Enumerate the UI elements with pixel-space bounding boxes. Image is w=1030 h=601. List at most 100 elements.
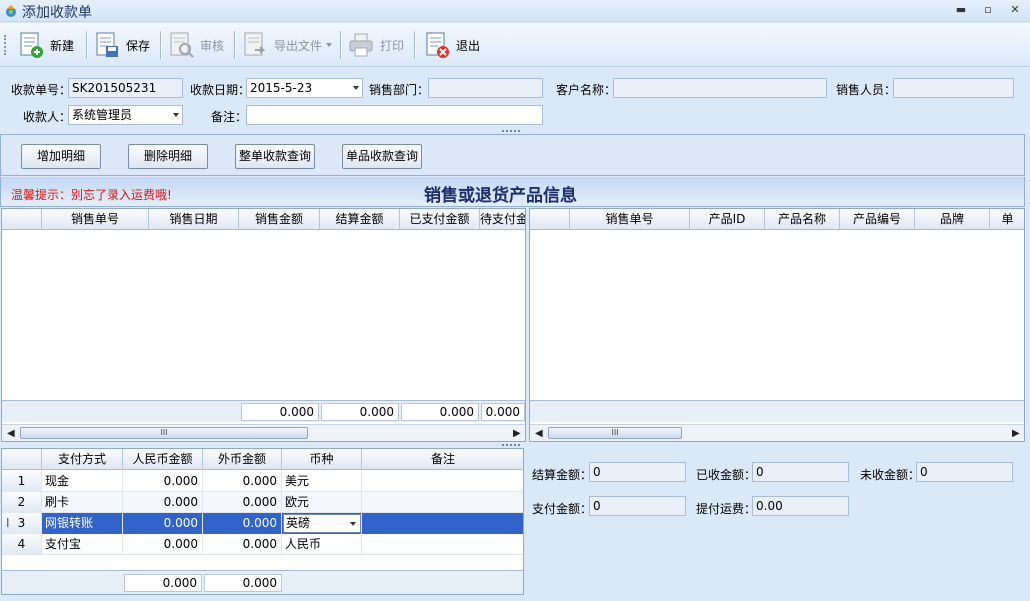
currency-cell[interactable]: 英磅 — [282, 513, 362, 534]
row-number: 1 — [2, 471, 42, 492]
currency-select-value: 英磅 — [286, 516, 311, 530]
chevron-down-icon[interactable] — [173, 113, 179, 117]
payee-select[interactable]: 系统管理员 — [68, 105, 183, 125]
receipt-date-field[interactable]: 2015-5-23 — [246, 78, 363, 98]
column-header[interactable] — [530, 209, 570, 230]
column-header[interactable]: 销售单号 — [42, 209, 149, 230]
add-detail-button[interactable]: 增加明细 — [21, 144, 101, 169]
table-row[interactable]: 4 支付宝 0.000 0.000 人民币 — [2, 534, 523, 555]
scroll-left-icon[interactable]: ◀ — [7, 428, 15, 439]
column-header[interactable]: 外币金额 — [203, 449, 282, 470]
column-header[interactable]: 已支付金额 — [400, 209, 480, 230]
new-button-label: 新建 — [50, 38, 75, 53]
foreign-amount-cell[interactable]: 0.000 — [203, 534, 282, 555]
table-row[interactable]: 2 刷卡 0.000 0.000 欧元 — [2, 492, 523, 513]
horizontal-scrollbar[interactable]: ◀ III ▶ — [530, 424, 1024, 441]
new-button[interactable]: 新建 — [16, 28, 74, 62]
column-header[interactable] — [2, 209, 42, 230]
sales-dept-field[interactable] — [428, 78, 543, 98]
remark-cell[interactable] — [362, 534, 523, 555]
column-header[interactable]: 销售金额 — [239, 209, 320, 230]
chevron-down-icon — [326, 43, 333, 47]
audit-button[interactable]: 审核 — [166, 28, 224, 62]
hint-bar: 温馨提示：别忘了录入运费哦! 销售或退货产品信息 — [0, 177, 1025, 207]
remark-cell[interactable] — [362, 492, 523, 513]
grid-footer — [530, 400, 1024, 422]
scroll-right-icon[interactable]: ▶ — [1012, 428, 1020, 439]
sales-order-grid[interactable]: 销售单号 销售日期 销售金额 结算金额 已支付金额 待支付金额 0.000 0.… — [1, 208, 526, 442]
form-splitter[interactable] — [0, 129, 1030, 133]
scroll-right-icon[interactable]: ▶ — [513, 428, 521, 439]
column-header[interactable]: 支付方式 — [42, 449, 123, 470]
payment-method-cell[interactable]: 刷卡 — [42, 492, 123, 513]
minimize-button[interactable]: ▬ — [950, 2, 972, 18]
foreign-amount-cell[interactable]: 0.000 — [203, 492, 282, 513]
column-header[interactable]: 产品编号 — [840, 209, 915, 230]
remark-field[interactable] — [246, 105, 543, 125]
freight-label: 提付运费： — [696, 502, 757, 516]
table-row-selected[interactable]: I 3 网银转账 0.000 0.000 英磅 — [2, 513, 523, 534]
remark-cell[interactable] — [362, 471, 523, 492]
print-button-label: 打印 — [380, 38, 405, 53]
print-button[interactable]: 打印 — [346, 28, 404, 62]
product-grid[interactable]: 销售单号 产品ID 产品名称 产品编号 品牌 单 ◀ III ▶ — [529, 208, 1025, 442]
settle-amount-field[interactable]: 0 — [589, 462, 686, 482]
toolbar-grip[interactable] — [4, 35, 7, 55]
table-row[interactable]: 1 现金 0.000 0.000 美元 — [2, 471, 523, 492]
unreceived-amount-field[interactable]: 0 — [916, 462, 1013, 482]
column-header[interactable]: 销售单号 — [570, 209, 690, 230]
delete-detail-button[interactable]: 删除明细 — [128, 144, 208, 169]
column-header[interactable]: 销售日期 — [149, 209, 239, 230]
payment-method-cell[interactable]: 网银转账 — [42, 513, 123, 534]
rmb-amount-cell[interactable]: 0.000 — [123, 534, 203, 555]
horizontal-scrollbar[interactable]: ◀ III ▶ — [2, 424, 525, 441]
column-header[interactable]: 待支付金额 — [480, 209, 525, 230]
currency-select[interactable]: 英磅 — [283, 514, 361, 533]
column-header[interactable]: 备注 — [362, 449, 523, 470]
rmb-amount-cell[interactable]: 0.000 — [123, 492, 203, 513]
chevron-down-icon[interactable] — [353, 86, 359, 90]
customer-field[interactable] — [613, 78, 827, 98]
order-query-button[interactable]: 整单收款查询 — [235, 144, 315, 169]
rmb-amount-cell[interactable]: 0.000 — [123, 471, 203, 492]
receipt-no-field[interactable]: SK201505231 — [68, 78, 183, 98]
column-header[interactable] — [2, 449, 42, 470]
scroll-thumb[interactable]: III — [20, 427, 308, 439]
scroll-thumb[interactable]: III — [548, 427, 682, 439]
chevron-down-icon[interactable] — [350, 522, 356, 526]
row-number: I 3 — [2, 513, 42, 534]
foreign-amount-cell[interactable]: 0.000 — [203, 471, 282, 492]
column-header[interactable]: 单 — [990, 209, 1024, 230]
column-header[interactable]: 结算金额 — [320, 209, 400, 230]
payment-method-cell[interactable]: 现金 — [42, 471, 123, 492]
column-header[interactable]: 产品名称 — [765, 209, 840, 230]
footer-total: 0.000 — [124, 574, 202, 592]
column-header[interactable]: 产品ID — [690, 209, 765, 230]
foreign-amount-cell[interactable]: 0.000 — [203, 513, 282, 534]
scroll-left-icon[interactable]: ◀ — [535, 428, 543, 439]
rmb-amount-cell[interactable]: 0.000 — [123, 513, 203, 534]
restore-button[interactable]: ▫ — [977, 2, 999, 18]
remark-cell[interactable] — [362, 513, 523, 534]
grid-splitter[interactable] — [0, 443, 1030, 447]
save-button[interactable]: 保存 — [92, 28, 150, 62]
column-header[interactable]: 品牌 — [915, 209, 990, 230]
salesperson-field[interactable] — [893, 78, 1014, 98]
currency-cell[interactable]: 人民币 — [282, 534, 362, 555]
payee-value: 系统管理员 — [72, 108, 133, 122]
payment-grid[interactable]: 支付方式 人民币金额 外币金额 币种 备注 1 现金 0.000 0.000 美… — [1, 448, 524, 595]
payment-method-cell[interactable]: 支付宝 — [42, 534, 123, 555]
currency-cell[interactable]: 欧元 — [282, 492, 362, 513]
item-query-button[interactable]: 单品收款查询 — [342, 144, 422, 169]
exit-button[interactable]: 退出 — [422, 28, 480, 62]
currency-cell[interactable]: 美元 — [282, 471, 362, 492]
column-header[interactable]: 币种 — [282, 449, 362, 470]
paid-amount-field[interactable]: 0 — [589, 496, 686, 516]
close-button[interactable]: ✕ — [1004, 2, 1026, 18]
freight-field[interactable]: 0.00 — [752, 496, 849, 516]
export-button[interactable]: 导出文件 — [240, 28, 333, 62]
audit-button-label: 审核 — [200, 38, 225, 53]
column-header[interactable]: 人民币金额 — [123, 449, 203, 470]
export-file-icon — [244, 32, 266, 56]
received-amount-field[interactable]: 0 — [752, 462, 849, 482]
